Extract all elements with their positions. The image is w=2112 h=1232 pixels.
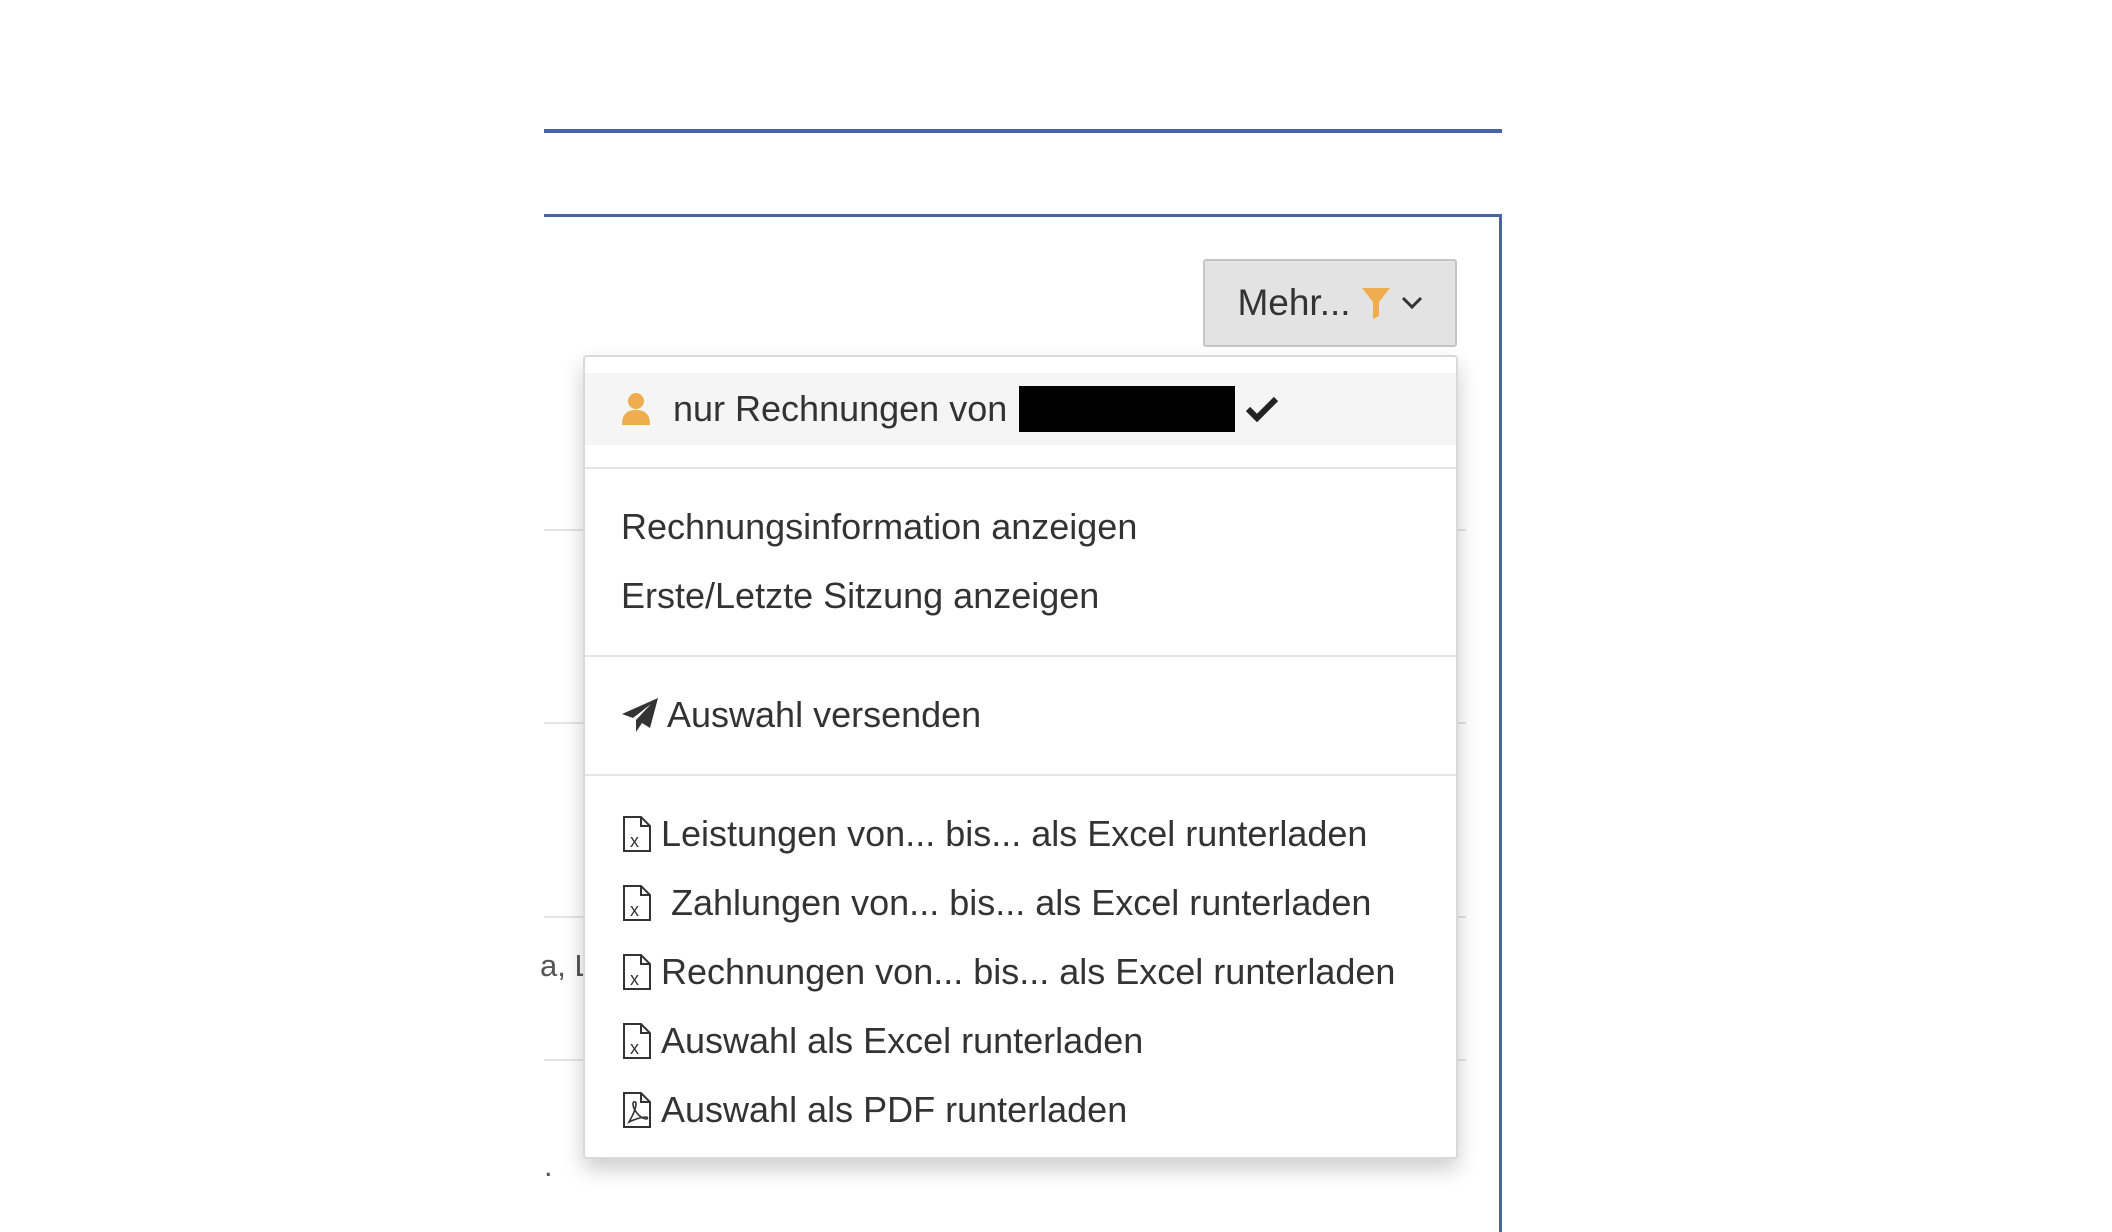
menu-item-label: nur Rechnungen von bbox=[673, 388, 1008, 429]
more-dropdown-button[interactable]: Mehr... bbox=[1203, 259, 1457, 347]
table-row-divider bbox=[544, 722, 586, 724]
checkmark-icon bbox=[1245, 395, 1279, 423]
filter-icon bbox=[1361, 286, 1391, 320]
pdf-file-icon bbox=[621, 1091, 653, 1129]
excel-file-icon: x bbox=[621, 815, 653, 853]
menu-item-label: Auswahl als PDF runterladen bbox=[661, 1089, 1128, 1130]
panel-top-border bbox=[544, 214, 1502, 217]
chevron-down-icon bbox=[1401, 296, 1423, 310]
svg-text:x: x bbox=[630, 900, 639, 920]
menu-item-label: Zahlungen von... bis... als Excel runter… bbox=[661, 882, 1372, 923]
table-row-divider bbox=[544, 916, 586, 918]
menu-item-label: Auswahl als Excel runterladen bbox=[661, 1020, 1144, 1061]
menu-item-own-invoices[interactable]: nur Rechnungen von bbox=[585, 373, 1456, 445]
paper-plane-icon bbox=[621, 697, 659, 733]
svg-text:x: x bbox=[630, 969, 639, 989]
menu-item-export-invoices-excel[interactable]: x Rechnungen von... bis... als Excel run… bbox=[585, 942, 1456, 1002]
more-dropdown-menu: nur Rechnungen von Rechnungsinformation … bbox=[583, 355, 1458, 1159]
excel-file-icon: x bbox=[621, 884, 653, 922]
menu-item-first-last-session[interactable]: Erste/Letzte Sitzung anzeigen bbox=[585, 566, 1456, 626]
menu-item-export-selection-pdf[interactable]: Auswahl als PDF runterladen bbox=[585, 1080, 1456, 1140]
menu-item-invoice-info[interactable]: Rechnungsinformation anzeigen bbox=[585, 497, 1456, 557]
more-button-label: Mehr... bbox=[1237, 282, 1351, 323]
menu-item-export-services-excel[interactable]: x Leistungen von... bis... als Excel run… bbox=[585, 804, 1456, 864]
menu-divider bbox=[585, 774, 1456, 776]
menu-item-label: Rechnungen von... bis... als Excel runte… bbox=[661, 951, 1396, 992]
svg-text:x: x bbox=[630, 831, 639, 851]
excel-file-icon: x bbox=[621, 1022, 653, 1060]
menu-item-export-selection-excel[interactable]: x Auswahl als Excel runterladen bbox=[585, 1011, 1456, 1071]
menu-divider bbox=[585, 467, 1456, 469]
menu-item-label: Leistungen von... bis... als Excel runte… bbox=[661, 813, 1368, 854]
table-row-divider bbox=[544, 1059, 586, 1061]
redacted-name bbox=[1019, 386, 1236, 432]
panel-right-border bbox=[1499, 214, 1502, 1232]
svg-text:x: x bbox=[630, 1038, 639, 1058]
header-divider bbox=[544, 129, 1502, 133]
table-row-divider bbox=[544, 529, 586, 531]
menu-item-send-selection[interactable]: Auswahl versenden bbox=[585, 685, 1456, 745]
menu-divider bbox=[585, 655, 1456, 657]
menu-item-label: Rechnungsinformation anzeigen bbox=[621, 506, 1138, 547]
menu-item-label: Auswahl versenden bbox=[667, 694, 982, 735]
excel-file-icon: x bbox=[621, 953, 653, 991]
user-icon bbox=[621, 392, 651, 426]
table-cell-dot: . bbox=[544, 1148, 553, 1183]
menu-item-export-payments-excel[interactable]: x Zahlungen von... bis... als Excel runt… bbox=[585, 873, 1456, 933]
menu-item-label: Erste/Letzte Sitzung anzeigen bbox=[621, 575, 1100, 616]
